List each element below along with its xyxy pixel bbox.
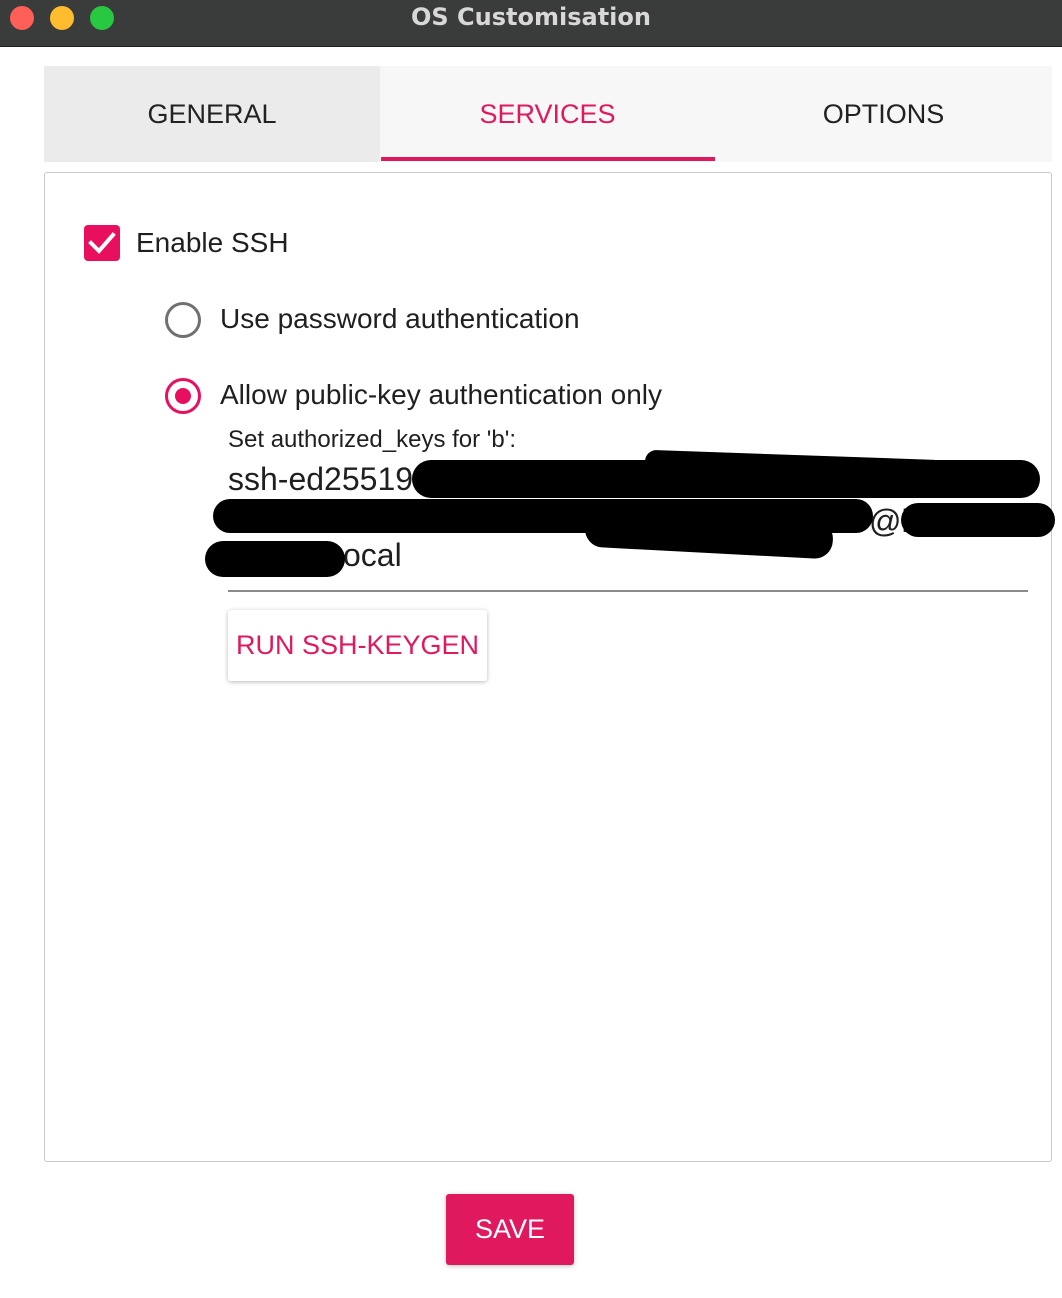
radio-selected-dot xyxy=(175,388,191,404)
tab-options[interactable]: OPTIONS xyxy=(715,66,1052,162)
active-tab-indicator xyxy=(381,157,715,161)
redaction-mark xyxy=(205,541,345,577)
run-ssh-keygen-button[interactable]: RUN SSH-KEYGEN xyxy=(228,610,487,681)
tab-bar: GENERAL SERVICES OPTIONS xyxy=(44,66,1052,162)
key-fragment-type: ssh-ed25519 xyxy=(228,461,414,497)
public-key-auth-radio[interactable] xyxy=(165,378,201,414)
tab-general[interactable]: GENERAL xyxy=(44,66,380,162)
public-key-auth-label: Allow public-key authentication only xyxy=(220,379,663,410)
authorized-keys-label: Set authorized_keys for 'b': xyxy=(228,426,516,453)
enable-ssh-label: Enable SSH xyxy=(136,227,289,258)
window-title: OS Customisation xyxy=(411,3,651,31)
checkmark-icon xyxy=(88,232,116,254)
redaction-mark xyxy=(901,503,1055,537)
title-bar: OS Customisation xyxy=(0,0,1062,47)
password-auth-radio[interactable] xyxy=(165,302,201,338)
password-auth-label: Use password authentication xyxy=(220,303,580,334)
os-customisation-window: OS Customisation GENERAL SERVICES OPTION… xyxy=(0,0,1062,1298)
authorized-keys-textarea[interactable]: ssh-ed25519 @l ocal xyxy=(205,449,1055,581)
tab-services[interactable]: SERVICES xyxy=(380,66,715,162)
save-button[interactable]: SAVE xyxy=(446,1194,574,1265)
enable-ssh-checkbox[interactable] xyxy=(84,225,120,261)
authorized-keys-underline xyxy=(228,590,1028,592)
key-fragment-host: ocal xyxy=(343,537,402,573)
